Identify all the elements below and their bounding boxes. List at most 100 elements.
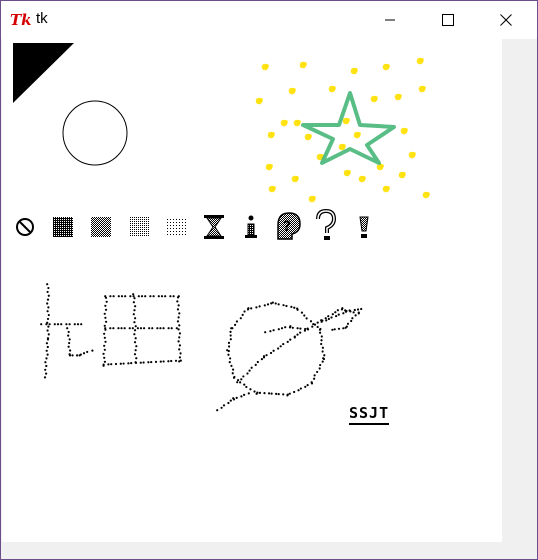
drawn-dot (122, 362, 125, 365)
drawn-dot (327, 317, 330, 321)
drawn-dot (402, 172, 406, 176)
drawn-dot (172, 295, 175, 298)
drawn-dot (350, 319, 353, 323)
drawn-dot (293, 306, 296, 309)
drawn-dot (68, 323, 71, 326)
drawn-dot (319, 327, 322, 331)
drawn-dot (275, 392, 278, 395)
drawn-dot (104, 316, 107, 319)
drawn-dot (293, 335, 296, 338)
drawn-dot (44, 361, 47, 364)
drawn-dot (239, 317, 242, 320)
drawn-dot (296, 327, 299, 330)
drawn-dot (56, 323, 60, 326)
drawn-dot (47, 306, 50, 309)
drawn-dot (305, 317, 308, 320)
drawn-dot (46, 310, 49, 313)
drawn-dot (271, 132, 275, 136)
maximize-button[interactable] (419, 1, 477, 39)
drawn-dot (235, 396, 238, 399)
drawn-dot (272, 349, 275, 352)
drawn-dot (45, 372, 48, 375)
drawn-dot (272, 186, 276, 190)
drawn-dot (297, 120, 301, 124)
hourglass-bitmap-icon (204, 215, 224, 239)
drawn-dot (75, 354, 79, 357)
drawn-dot (149, 295, 152, 298)
drawn-dot (282, 342, 285, 346)
drawn-dot (250, 366, 253, 369)
drawn-dot (310, 382, 314, 385)
drawn-dot (362, 176, 366, 180)
drawn-dot (243, 383, 246, 386)
svg-text:?: ? (283, 219, 291, 235)
drawn-dot (274, 302, 277, 305)
drawn-dot (412, 152, 416, 156)
drawn-dot (282, 393, 285, 396)
drawing-canvas[interactable]: ? SSJT (2, 39, 502, 542)
tk-feather-icon: Tk (10, 11, 32, 28)
drawn-dot (296, 333, 299, 336)
drawn-dot (133, 341, 137, 344)
drawn-dot (179, 359, 182, 362)
drawn-dot (46, 317, 50, 321)
drawn-dot (119, 362, 122, 365)
drawn-dot (332, 86, 336, 90)
drawn-dot (308, 134, 312, 138)
drawn-dot (69, 349, 72, 352)
drawn-dot (235, 320, 239, 323)
drawn-dot (374, 96, 378, 100)
drawn-dot (47, 325, 50, 328)
drawn-dot (346, 322, 350, 325)
drawn-dot (337, 313, 340, 316)
green-star-outline (301, 91, 396, 165)
drawn-dot (157, 295, 160, 298)
drawn-dot (279, 345, 282, 348)
minimize-button[interactable] (361, 1, 419, 39)
drawn-dot (300, 311, 304, 314)
drawn-dot (120, 327, 123, 330)
drawn-dot (133, 353, 137, 356)
drawn-dot (231, 372, 234, 375)
drawn-dot (320, 335, 323, 338)
drawn-dot (174, 359, 178, 362)
drawn-dot (177, 340, 180, 343)
drawn-dot (263, 392, 266, 395)
drawn-dot (321, 360, 324, 363)
drawn-dot (142, 361, 145, 364)
canvas-drawing: ? (13, 43, 430, 412)
drawn-dot (242, 375, 245, 378)
drawn-dot (263, 304, 266, 307)
drawn-dot (137, 295, 140, 298)
drawn-dot (280, 327, 284, 330)
drawn-dot (105, 300, 108, 303)
questhead-bitmap-icon: ? (277, 212, 301, 240)
drawn-dot (135, 345, 138, 348)
drawn-dot (117, 327, 120, 330)
drawn-dot (47, 286, 50, 290)
drawn-dot (179, 352, 182, 355)
drawn-dot (82, 352, 86, 355)
window-title: tk (36, 10, 48, 27)
drawn-dot (349, 310, 352, 313)
title-bar[interactable]: Tk tk (1, 1, 537, 39)
window-right-margin (502, 39, 537, 559)
drawn-dot (71, 354, 74, 357)
close-button[interactable] (477, 1, 535, 39)
drawn-dot (169, 295, 172, 298)
drawn-dot (140, 295, 144, 298)
drawn-dot (299, 327, 302, 330)
window-bottom-margin (1, 542, 502, 559)
drawn-dot (132, 295, 135, 298)
drawn-dot (103, 356, 106, 359)
drawn-dot (323, 354, 326, 357)
gray25-bitmap-icon (129, 217, 149, 237)
drawn-dot (313, 374, 316, 377)
drawn-dot (103, 312, 106, 315)
drawn-dot (337, 327, 341, 330)
drawn-dot (258, 391, 262, 394)
drawn-dot (154, 360, 158, 363)
drawn-dot (45, 323, 48, 326)
drawn-dot (354, 68, 358, 72)
drawn-dot (133, 333, 136, 336)
